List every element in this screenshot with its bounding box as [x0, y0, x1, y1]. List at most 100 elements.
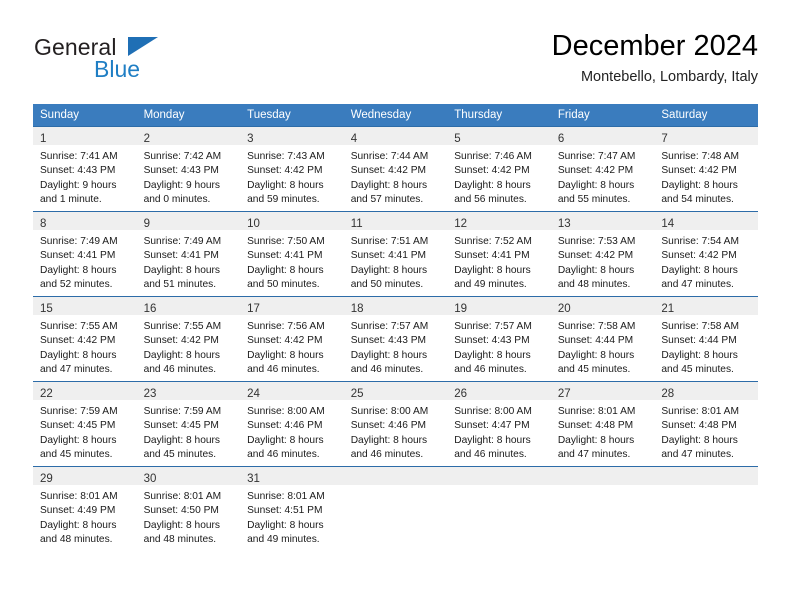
calendar-day-cell[interactable]: 11 Sunrise: 7:51 AM Sunset: 4:41 PM Dayl… [343, 211, 448, 297]
daylight-text-line1: Daylight: 8 hours [350, 349, 428, 361]
day-number: 11 [350, 218, 363, 230]
calendar-day-cell[interactable]: 26 Sunrise: 8:00 AM Sunset: 4:47 PM Dayl… [447, 381, 551, 467]
calendar-day-cell[interactable]: 7 Sunrise: 7:48 AM Sunset: 4:42 PM Dayli… [654, 126, 758, 212]
daylight-text-line1: Daylight: 8 hours [454, 434, 531, 446]
calendar-day-cell[interactable]: 2 Sunrise: 7:42 AM Sunset: 4:43 PM Dayli… [136, 126, 241, 212]
daylight-text-line2: and 46 minutes. [143, 364, 217, 376]
calendar-day-cell[interactable]: 1 Sunrise: 7:41 AM Sunset: 4:43 PM Dayli… [33, 126, 137, 212]
calendar-day-cell[interactable]: 20 Sunrise: 7:58 AM Sunset: 4:44 PM Dayl… [550, 296, 655, 382]
daylight-text-line2: and 55 minutes. [557, 194, 631, 206]
general-blue-logo[interactable]: General Blue [34, 34, 264, 90]
sunrise-text: Sunrise: 7:57 AM [350, 321, 429, 332]
calendar-day-cell[interactable]: 25 Sunrise: 8:00 AM Sunset: 4:46 PM Dayl… [343, 381, 448, 467]
calendar-day-cell[interactable]: 5 Sunrise: 7:46 AM Sunset: 4:42 PM Dayli… [447, 126, 551, 212]
sunrise-text: Sunrise: 7:55 AM [40, 321, 118, 332]
calendar-day-cell[interactable]: 18 Sunrise: 7:57 AM Sunset: 4:43 PM Dayl… [343, 296, 448, 382]
calendar-day-cell[interactable]: 28 Sunrise: 8:01 AM Sunset: 4:48 PM Dayl… [654, 381, 758, 467]
daylight-text-line1: Daylight: 8 hours [661, 434, 738, 446]
daylight-text-line1: Daylight: 8 hours [350, 179, 428, 191]
sunset-text: Sunset: 4:42 PM [247, 165, 323, 177]
day-number: 4 [350, 133, 358, 145]
daylight-text-line1: Daylight: 8 hours [143, 264, 221, 276]
daylight-text-line1: Daylight: 8 hours [557, 349, 635, 361]
calendar-day-cell[interactable]: 3 Sunrise: 7:43 AM Sunset: 4:42 PM Dayli… [240, 126, 344, 212]
weekday-header-friday: Friday [550, 104, 655, 127]
sunrise-text: Sunrise: 7:48 AM [661, 151, 739, 162]
daylight-text-line2: and 46 minutes. [247, 364, 320, 376]
daylight-text-line1: Daylight: 8 hours [661, 349, 738, 361]
day-number: 16 [143, 303, 157, 315]
day-number: 23 [143, 388, 157, 400]
calendar-day-cell[interactable]: 21 Sunrise: 7:58 AM Sunset: 4:44 PM Dayl… [654, 296, 758, 382]
sunrise-text: Sunrise: 8:01 AM [40, 491, 118, 502]
sunset-text: Sunset: 4:42 PM [454, 165, 530, 177]
calendar-day-cell[interactable]: 16 Sunrise: 7:55 AM Sunset: 4:42 PM Dayl… [136, 296, 241, 382]
daylight-text-line1: Daylight: 8 hours [661, 179, 738, 191]
sunset-text: Sunset: 4:42 PM [661, 250, 737, 262]
calendar-day-cell[interactable]: 15 Sunrise: 7:55 AM Sunset: 4:42 PM Dayl… [33, 296, 137, 382]
day-number: 18 [350, 303, 364, 315]
daylight-text-line2: and 45 minutes. [557, 364, 631, 376]
sunrise-text: Sunrise: 7:56 AM [247, 321, 325, 332]
sunset-text: Sunset: 4:42 PM [661, 165, 737, 177]
daylight-text-line1: Daylight: 8 hours [350, 264, 428, 276]
daylight-text-line2: and 46 minutes. [350, 364, 424, 376]
sunrise-text: Sunrise: 8:00 AM [247, 406, 325, 417]
daylight-text-line2: and 59 minutes. [247, 194, 320, 206]
day-number: 29 [40, 473, 53, 485]
calendar-day-cell[interactable]: 4 Sunrise: 7:44 AM Sunset: 4:42 PM Dayli… [343, 126, 448, 212]
sunset-text: Sunset: 4:51 PM [247, 505, 323, 517]
weekday-header-sunday: Sunday [33, 104, 137, 127]
sunrise-text: Sunrise: 7:46 AM [454, 151, 532, 162]
daylight-text-line2: and 47 minutes. [661, 279, 734, 291]
calendar-day-cell[interactable]: 29 Sunrise: 8:01 AM Sunset: 4:49 PM Dayl… [33, 466, 137, 551]
sunrise-text: Sunrise: 7:44 AM [350, 151, 429, 162]
calendar-day-cell[interactable]: 22 Sunrise: 7:59 AM Sunset: 4:45 PM Dayl… [33, 381, 137, 467]
calendar-day-cell[interactable]: 6 Sunrise: 7:47 AM Sunset: 4:42 PM Dayli… [550, 126, 655, 212]
sunset-text: Sunset: 4:46 PM [247, 420, 323, 432]
day-number: 8 [40, 218, 47, 230]
day-number: 27 [557, 388, 571, 400]
calendar-day-cell[interactable]: 14 Sunrise: 7:54 AM Sunset: 4:42 PM Dayl… [654, 211, 758, 297]
calendar-day-cell[interactable]: 10 Sunrise: 7:50 AM Sunset: 4:41 PM Dayl… [240, 211, 344, 297]
calendar-day-cell[interactable]: 27 Sunrise: 8:01 AM Sunset: 4:48 PM Dayl… [550, 381, 655, 467]
daylight-text-line1: Daylight: 8 hours [40, 434, 117, 446]
calendar-day-cell[interactable]: 13 Sunrise: 7:53 AM Sunset: 4:42 PM Dayl… [550, 211, 655, 297]
calendar-day-cell[interactable]: 19 Sunrise: 7:57 AM Sunset: 4:43 PM Dayl… [447, 296, 551, 382]
sunrise-text: Sunrise: 7:57 AM [454, 321, 532, 332]
page-title: December 2024 [551, 30, 758, 62]
calendar-day-cell[interactable]: 17 Sunrise: 7:56 AM Sunset: 4:42 PM Dayl… [240, 296, 344, 382]
sunrise-text: Sunrise: 7:59 AM [40, 406, 118, 417]
daylight-text-line2: and 51 minutes. [143, 279, 217, 291]
day-number: 13 [557, 218, 571, 230]
calendar-day-cell[interactable]: 12 Sunrise: 7:52 AM Sunset: 4:41 PM Dayl… [447, 211, 551, 297]
weekday-header-thursday: Thursday [447, 104, 551, 127]
daylight-text-line1: Daylight: 8 hours [40, 349, 117, 361]
calendar-day-cell[interactable]: 23 Sunrise: 7:59 AM Sunset: 4:45 PM Dayl… [136, 381, 241, 467]
sunrise-text: Sunrise: 8:01 AM [143, 491, 222, 502]
sunrise-text: Sunrise: 7:58 AM [661, 321, 739, 332]
sunset-text: Sunset: 4:42 PM [40, 335, 116, 347]
sunrise-text: Sunrise: 7:47 AM [557, 151, 636, 162]
calendar-day-cell[interactable]: 30 Sunrise: 8:01 AM Sunset: 4:50 PM Dayl… [136, 466, 241, 551]
calendar-day-cell[interactable]: 24 Sunrise: 8:00 AM Sunset: 4:46 PM Dayl… [240, 381, 344, 467]
day-number: 3 [247, 133, 254, 145]
calendar-day-cell[interactable]: 9 Sunrise: 7:49 AM Sunset: 4:41 PM Dayli… [136, 211, 241, 297]
weekday-header-monday: Monday [136, 104, 241, 127]
day-number: 1 [40, 133, 47, 145]
daylight-text-line2: and 1 minute. [40, 194, 102, 206]
calendar-day-cell-empty [343, 466, 448, 551]
calendar-day-cell[interactable]: 8 Sunrise: 7:49 AM Sunset: 4:41 PM Dayli… [33, 211, 137, 297]
sunset-text: Sunset: 4:42 PM [557, 250, 634, 262]
daylight-text-line2: and 47 minutes. [557, 449, 631, 461]
sunrise-text: Sunrise: 7:43 AM [247, 151, 325, 162]
sunrise-text: Sunrise: 7:59 AM [143, 406, 222, 417]
day-number: 20 [557, 303, 571, 315]
sunset-text: Sunset: 4:42 PM [143, 335, 219, 347]
daylight-text-line1: Daylight: 8 hours [143, 349, 221, 361]
daylight-text-line2: and 54 minutes. [661, 194, 734, 206]
sunrise-text: Sunrise: 8:01 AM [661, 406, 739, 417]
sunset-text: Sunset: 4:45 PM [143, 420, 219, 432]
calendar-day-cell[interactable]: 31 Sunrise: 8:01 AM Sunset: 4:51 PM Dayl… [240, 466, 344, 551]
sunset-text: Sunset: 4:41 PM [350, 250, 427, 262]
